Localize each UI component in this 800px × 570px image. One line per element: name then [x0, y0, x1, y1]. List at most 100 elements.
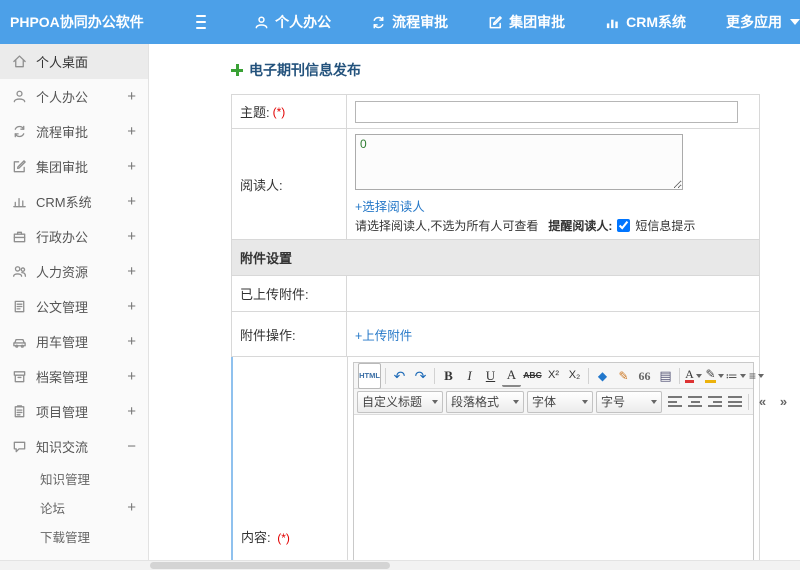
- sidebar-subitem-downloads[interactable]: 下载管理: [0, 522, 148, 551]
- sidebar-subitem-knowledge-management[interactable]: 知识管理: [0, 464, 148, 493]
- expand-indicator: +: [127, 263, 136, 280]
- strikethrough-button[interactable]: ABC: [523, 366, 542, 386]
- expand-indicator: +: [127, 228, 136, 245]
- readers-textarea[interactable]: 0: [355, 134, 683, 190]
- top-nav: 个人办公 流程审批 集团审批 CRM系统 更多应用: [254, 12, 800, 32]
- font-family-select[interactable]: 字体: [527, 390, 593, 413]
- redo-button[interactable]: ↷: [411, 366, 430, 386]
- template-button[interactable]: ▤: [656, 366, 675, 386]
- sidebar-item-archives[interactable]: 档案管理 +: [0, 359, 148, 394]
- sidebar-item-label: 个人桌面: [36, 55, 89, 70]
- align-justify-button[interactable]: [728, 396, 742, 407]
- document-icon: [14, 300, 25, 313]
- sidebar-item-projects[interactable]: 项目管理 +: [0, 394, 148, 429]
- readers-field-cell: 0 +选择阅读人 请选择阅读人,不选为所有人可查看 提醒阅读人: 短信息提示: [347, 129, 759, 239]
- sms-remind-checkbox[interactable]: [617, 219, 631, 232]
- link-button[interactable]: ∞: [795, 392, 800, 412]
- edit-icon: [13, 160, 26, 173]
- menu-toggle-icon[interactable]: [195, 11, 207, 33]
- sidebar-item-group-approval[interactable]: 集团审批 +: [0, 149, 148, 184]
- custom-heading-select[interactable]: 自定义标题: [357, 390, 443, 413]
- sidebar-item-label: 人力资源: [36, 265, 89, 280]
- required-mark: (*): [272, 104, 286, 119]
- readers-row: 阅读人: 0 +选择阅读人 请选择阅读人,不选为所有人可查看 提醒阅读人: 短信…: [232, 129, 759, 240]
- subject-input[interactable]: [355, 100, 738, 123]
- align-right-button[interactable]: [708, 396, 722, 407]
- format-brush-button[interactable]: ✎: [614, 366, 633, 386]
- background-color-button[interactable]: ✎: [705, 366, 724, 386]
- blockquote-button[interactable]: 66: [635, 366, 654, 386]
- nav-personal-office[interactable]: 个人办公: [254, 12, 331, 32]
- sidebar-subitem-label: 下载管理: [40, 531, 91, 545]
- nav-crm-system[interactable]: CRM系统: [605, 12, 686, 32]
- app-logo[interactable]: PHPOA协同办公软件: [0, 12, 144, 32]
- italic-button[interactable]: I: [460, 366, 479, 386]
- expand-indicator: +: [127, 403, 136, 420]
- chevron-down-icon: [582, 399, 588, 404]
- workflow-icon: [14, 125, 25, 138]
- toolbar-separator: [434, 367, 435, 384]
- nav-group-approval[interactable]: 集团审批: [488, 12, 565, 32]
- horizontal-scrollbar[interactable]: [0, 560, 800, 570]
- chat-bubble-icon: [13, 441, 26, 453]
- chevron-down-icon: [790, 19, 800, 25]
- sidebar-item-label: CRM系统: [36, 195, 92, 210]
- align-center-button[interactable]: [688, 396, 702, 407]
- font-size-select[interactable]: 字号: [596, 390, 662, 413]
- undo-button[interactable]: ↶: [390, 366, 409, 386]
- readers-label: 阅读人:: [240, 177, 283, 193]
- uploaded-list-cell: [347, 276, 759, 311]
- superscript-button[interactable]: X²: [544, 366, 563, 386]
- ordered-list-button[interactable]: ≔: [725, 366, 746, 386]
- sidebar: 个人桌面 个人办公 + 流程审批 + 集团审批 + CRM系统 + 行政办公 +…: [0, 44, 149, 561]
- home-icon: [13, 55, 26, 68]
- expand-indicator: +: [127, 499, 136, 516]
- subscript-button[interactable]: X₂: [565, 366, 584, 386]
- sidebar-item-label: 个人办公: [36, 90, 89, 105]
- sidebar-item-workflow-approval[interactable]: 流程审批 +: [0, 114, 148, 149]
- align-left-button[interactable]: [668, 396, 682, 407]
- attachment-section-title: 附件设置: [240, 251, 293, 266]
- sidebar-item-personal-office[interactable]: 个人办公 +: [0, 79, 148, 114]
- content-editor-cell: HTML ↶ ↷ B I U A ABC X² X₂ ◆ ✎ 66 ▤ A ✎ …: [348, 357, 800, 561]
- expand-indicator: +: [127, 368, 136, 385]
- attachment-ops-label-cell: 附件操作:: [232, 312, 347, 356]
- sidebar-item-hr[interactable]: 人力资源 +: [0, 254, 148, 289]
- bar-chart-icon: [606, 19, 618, 28]
- ordered-list-icon: ≔: [725, 368, 738, 383]
- nav-more-apps[interactable]: 更多应用: [726, 12, 800, 32]
- sidebar-item-administration[interactable]: 行政办公 +: [0, 219, 148, 254]
- nav-label: CRM系统: [626, 14, 686, 30]
- source-code-button[interactable]: HTML: [358, 362, 381, 389]
- expand-indicator: +: [127, 333, 136, 350]
- bold-button[interactable]: B: [439, 366, 458, 386]
- upload-attachment-link[interactable]: +上传附件: [355, 325, 412, 344]
- attachment-ops-row: 附件操作: +上传附件: [232, 312, 759, 357]
- sidebar-item-personal-desktop[interactable]: 个人桌面: [0, 44, 148, 79]
- paragraph-format-select[interactable]: 段落格式: [446, 390, 524, 413]
- nav-workflow-approval[interactable]: 流程审批: [371, 12, 448, 32]
- remove-format-button[interactable]: ◆: [593, 366, 612, 386]
- attachment-ops-label: 附件操作:: [240, 327, 296, 343]
- horizontal-scrollbar-thumb[interactable]: [150, 562, 390, 569]
- indent-button[interactable]: »: [774, 392, 793, 412]
- main-content: 电子期刊信息发布 主题: (*) 阅读人: 0 +选择阅读人 请选择阅读人,不选…: [149, 44, 800, 561]
- underline-button[interactable]: U: [481, 366, 500, 386]
- expand-indicator: +: [127, 158, 136, 175]
- select-readers-link[interactable]: +选择阅读人: [355, 196, 751, 215]
- font-style-button[interactable]: A: [502, 365, 521, 387]
- sidebar-subitem-forum[interactable]: 论坛 +: [0, 493, 148, 522]
- expand-indicator: +: [127, 298, 136, 315]
- uploaded-attachments-row: 已上传附件:: [232, 276, 759, 312]
- outdent-button[interactable]: «: [753, 392, 772, 412]
- sidebar-item-knowledge[interactable]: 知识交流 −: [0, 429, 148, 464]
- uploaded-label: 已上传附件:: [240, 287, 309, 302]
- sidebar-item-vehicle[interactable]: 用车管理 +: [0, 324, 148, 359]
- font-color-button[interactable]: A: [684, 366, 703, 386]
- sidebar-item-label: 流程审批: [36, 125, 89, 140]
- editor-content-area[interactable]: [354, 415, 753, 561]
- sidebar-item-label: 集团审批: [36, 160, 89, 175]
- sidebar-item-documents[interactable]: 公文管理 +: [0, 289, 148, 324]
- unordered-list-button[interactable]: ≡: [747, 366, 766, 386]
- sidebar-item-crm[interactable]: CRM系统 +: [0, 184, 148, 219]
